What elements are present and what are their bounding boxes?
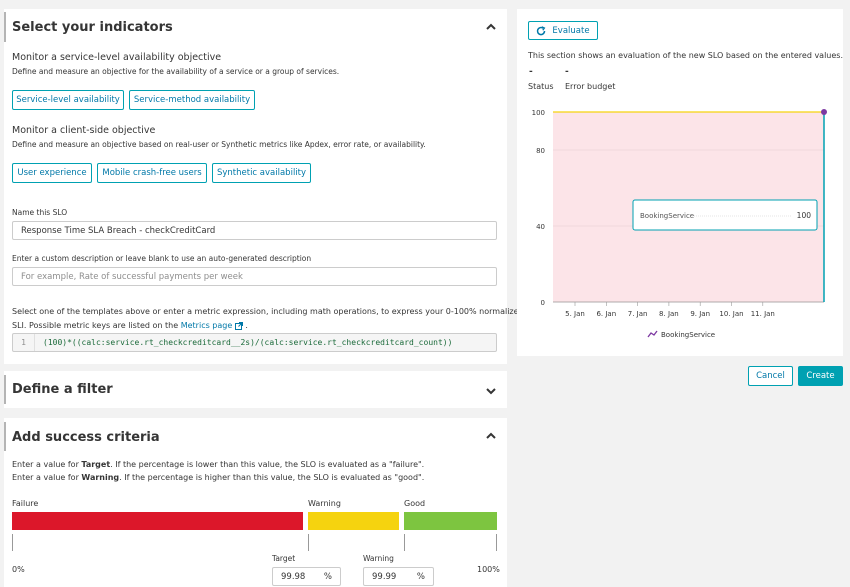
service-method-availability-button[interactable]: Service-method availability bbox=[129, 90, 255, 110]
section-accent bbox=[4, 422, 6, 451]
section-accent bbox=[4, 12, 6, 42]
metric-help-period: . bbox=[245, 321, 248, 330]
metric-help-text: SLI. Possible metric keys are listed on … bbox=[12, 321, 179, 330]
error-budget-value: - bbox=[565, 67, 569, 77]
slo-name-input[interactable]: Response Time SLA Breach - checkCreditCa… bbox=[12, 221, 497, 240]
status-label: Status bbox=[528, 82, 554, 91]
x-tick-label: 7. Jan bbox=[628, 310, 648, 318]
x-tick-label: 11. Jan bbox=[751, 310, 775, 318]
scale-end-tick bbox=[496, 534, 497, 551]
section-accent bbox=[4, 375, 6, 404]
mobile-crash-free-users-button[interactable]: Mobile crash-free users bbox=[97, 163, 207, 183]
text: Enter a value for bbox=[12, 473, 82, 482]
data-point-marker bbox=[821, 109, 827, 115]
evaluation-description: This section shows an evaluation of the … bbox=[528, 51, 844, 60]
service-desc: Define and measure an objective for the … bbox=[12, 67, 340, 76]
metric-help-line-2: SLI. Possible metric keys are listed on … bbox=[12, 321, 248, 330]
name-label: Name this SLO bbox=[12, 208, 68, 217]
external-link-icon bbox=[234, 321, 243, 330]
filter-panel[interactable]: Define a filter bbox=[4, 371, 507, 408]
service-level-availability-button[interactable]: Service-level availability bbox=[12, 90, 124, 110]
x-tick-label: 5. Jan bbox=[565, 310, 585, 318]
success-criteria-title: Add success criteria bbox=[12, 430, 160, 445]
good-range-bar bbox=[404, 512, 497, 530]
x-tick-label: 9. Jan bbox=[690, 310, 710, 318]
warning-label: Warning bbox=[308, 499, 341, 508]
metrics-page-link[interactable]: Metrics page bbox=[181, 321, 233, 330]
chevron-up-icon[interactable] bbox=[484, 429, 498, 443]
user-experience-button[interactable]: User experience bbox=[12, 163, 92, 183]
warning-range-bar bbox=[308, 512, 399, 530]
status-value: - bbox=[529, 67, 533, 77]
warning-instruction: Enter a value for Warning. If the percen… bbox=[12, 473, 424, 482]
error-budget-label: Error budget bbox=[565, 82, 616, 91]
description-input[interactable]: For example, Rate of successful payments… bbox=[12, 267, 497, 286]
y-tick-label: 100 bbox=[532, 109, 545, 117]
good-label: Good bbox=[404, 499, 426, 508]
scale-max-label: 100% bbox=[477, 565, 500, 574]
x-tick-label: 6. Jan bbox=[596, 310, 616, 318]
y-tick-label: 0 bbox=[541, 299, 545, 307]
success-criteria-panel: Add success criteria Enter a value for T… bbox=[4, 418, 507, 587]
client-desc: Define and measure an objective based on… bbox=[12, 140, 426, 149]
percent-suffix: % bbox=[416, 571, 425, 582]
metric-expression-editor[interactable]: 1 (100)*((calc:service.rt_checkcreditcar… bbox=[12, 333, 497, 352]
target-instruction: Enter a value for Target. If the percent… bbox=[12, 460, 424, 469]
warning-input-label: Warning bbox=[363, 554, 394, 563]
metric-expression[interactable]: (100)*((calc:service.rt_checkcreditcard_… bbox=[35, 338, 452, 347]
target-value[interactable]: 99.98 bbox=[281, 572, 305, 582]
evaluate-label: Evaluate bbox=[552, 25, 590, 36]
legend-label: BookingService bbox=[661, 331, 715, 339]
text: Enter a value for bbox=[12, 460, 82, 469]
failure-range-bar bbox=[12, 512, 303, 530]
slo-chart: 0 40 80 100 5. Jan 6. Jan 7. Jan 8. Jan 9. Jan 10… bbox=[532, 109, 827, 339]
target-input[interactable]: 99.98 % bbox=[272, 567, 341, 586]
warning-term: Warning bbox=[81, 473, 120, 482]
service-heading: Monitor a service-level availability obj… bbox=[12, 52, 222, 63]
metric-help-line-1: Select one of the templates above or ent… bbox=[12, 307, 524, 316]
warning-value[interactable]: 99.99 bbox=[372, 572, 396, 582]
failure-label: Failure bbox=[12, 499, 39, 508]
target-input-label: Target bbox=[272, 554, 296, 563]
create-button[interactable]: Create bbox=[798, 366, 843, 386]
cancel-button[interactable]: Cancel bbox=[748, 366, 793, 386]
target-term: Target bbox=[81, 460, 111, 469]
evaluate-button[interactable]: Evaluate bbox=[528, 21, 598, 40]
indicators-panel: Select your indicators Monitor a service… bbox=[4, 9, 524, 364]
client-heading: Monitor a client-side objective bbox=[12, 125, 156, 136]
scale-min-label: 0% bbox=[12, 565, 25, 574]
chevron-up-icon[interactable] bbox=[484, 20, 498, 34]
target-tick bbox=[308, 534, 309, 551]
description-label: Enter a custom description or leave blan… bbox=[12, 254, 312, 263]
tooltip-value: 100 bbox=[797, 211, 812, 220]
x-tick-label: 10. Jan bbox=[719, 310, 743, 318]
y-tick-label: 80 bbox=[536, 147, 545, 155]
y-tick-label: 40 bbox=[536, 223, 545, 231]
chevron-down-icon[interactable] bbox=[484, 384, 498, 398]
percent-suffix: % bbox=[323, 571, 332, 582]
line-number: 1 bbox=[13, 334, 35, 351]
legend-series-icon bbox=[647, 330, 658, 338]
indicators-title: Select your indicators bbox=[12, 20, 173, 35]
evaluation-panel: Evaluate This section shows an evaluatio… bbox=[517, 9, 843, 356]
filter-title: Define a filter bbox=[12, 382, 113, 397]
text: . If the percentage is higher than this … bbox=[119, 473, 425, 482]
refresh-icon bbox=[537, 25, 546, 35]
x-tick-label: 8. Jan bbox=[659, 310, 679, 318]
tooltip-series-name: BookingService bbox=[640, 212, 694, 220]
text: . If the percentage is lower than this v… bbox=[110, 460, 425, 469]
synthetic-availability-button[interactable]: Synthetic availability bbox=[212, 163, 311, 183]
warning-tick bbox=[404, 534, 405, 551]
warning-input[interactable]: 99.99 % bbox=[363, 567, 434, 586]
scale-start-tick bbox=[12, 534, 13, 551]
